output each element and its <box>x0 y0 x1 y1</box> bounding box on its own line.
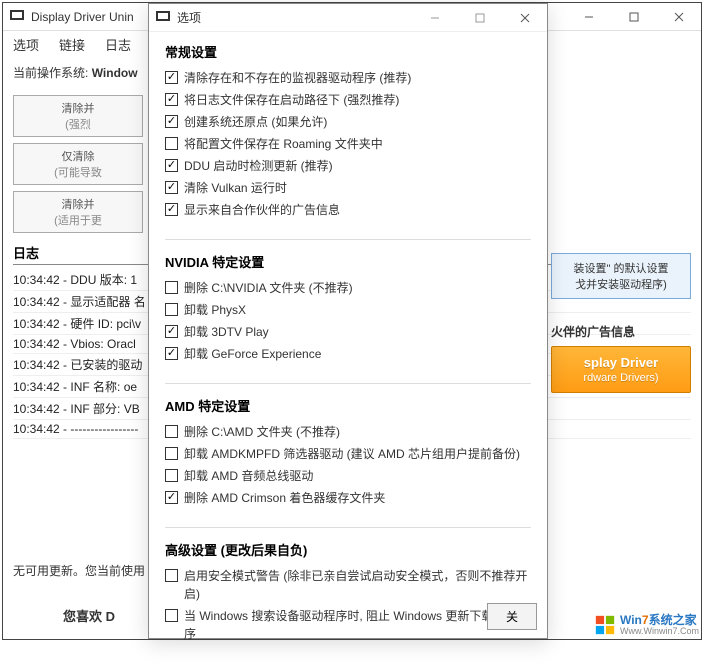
checkbox[interactable] <box>165 609 178 622</box>
option-label: 删除 C:\NVIDIA 文件夹 (不推荐) <box>184 279 353 297</box>
option-row[interactable]: 将配置文件保存在 Roaming 文件夹中 <box>165 133 531 155</box>
action-button-2[interactable]: 清除并(适用于更 <box>13 191 143 233</box>
maximize-button[interactable] <box>611 3 656 31</box>
minimize-button[interactable] <box>566 3 611 31</box>
option-label: 清除存在和不存在的监视器驱动程序 (推荐) <box>184 69 411 87</box>
checkbox[interactable] <box>165 71 178 84</box>
option-label: 将配置文件保存在 Roaming 文件夹中 <box>184 135 383 153</box>
option-label: 删除 C:\AMD 文件夹 (不推荐) <box>184 423 340 441</box>
dialog-maximize-button[interactable] <box>457 4 502 32</box>
checkbox[interactable] <box>165 325 178 338</box>
option-row[interactable]: 清除 Vulkan 运行时 <box>165 177 531 199</box>
section-title: 高级设置 (更改后果自负) <box>165 540 531 559</box>
main-window-title: Display Driver Unin <box>31 10 134 24</box>
dialog-titlebar: 选项 <box>149 4 547 32</box>
windows-logo-icon <box>594 614 616 636</box>
dialog-minimize-button[interactable] <box>412 4 457 32</box>
dialog-close-button[interactable] <box>502 4 547 32</box>
option-label: 卸载 PhysX <box>184 301 246 319</box>
ad-line-2: rdware Drivers) <box>558 372 684 384</box>
option-label: 创建系统还原点 (如果允许) <box>184 113 327 131</box>
partner-ad-button[interactable]: splay Driver rdware Drivers) <box>551 346 691 393</box>
checkbox[interactable] <box>165 281 178 294</box>
option-row[interactable]: 当 Windows 搜索设备驱动程序时, 阻止 Windows 更新下载驱动程序 <box>165 605 531 645</box>
watermark: Win7系统之家 Www.Winwin7.Com <box>594 614 699 637</box>
option-label: 卸载 3DTV Play <box>184 323 269 341</box>
option-row[interactable]: 将日志文件保存在启动路径下 (强烈推荐) <box>165 89 531 111</box>
checkbox[interactable] <box>165 569 178 582</box>
option-label: 卸载 AMDKMPFD 筛选器驱动 (建议 AMD 芯片组用户提前备份) <box>184 445 520 463</box>
options-dialog: 选项 常规设置清除存在和不存在的监视器驱动程序 (推荐) 将日志文件保存在启动路径… <box>148 3 548 639</box>
wm-url: Www.Winwin7.Com <box>620 627 699 637</box>
option-row[interactable]: 显示来自合作伙伴的广告信息 <box>165 199 531 221</box>
option-row[interactable]: 卸载 AMD 音频总线驱动 <box>165 465 531 487</box>
option-row[interactable]: 删除 C:\NVIDIA 文件夹 (不推荐) <box>165 277 531 299</box>
section-title: NVIDIA 特定设置 <box>165 252 531 271</box>
menu-log[interactable]: 日志 <box>105 35 131 54</box>
settings-section: AMD 特定设置删除 C:\AMD 文件夹 (不推荐) 卸载 AMDKMPFD 筛… <box>165 396 531 509</box>
dialog-title: 选项 <box>177 9 201 26</box>
checkbox[interactable] <box>165 159 178 172</box>
action-button-0[interactable]: 清除并(强烈 <box>13 95 143 137</box>
dialog-icon <box>155 8 171 27</box>
right-panel: 装设置" 的默认设置 戈并安装驱动程序) 火伴的广告信息 splay Drive… <box>551 253 691 393</box>
option-row[interactable]: DDU 启动时检测更新 (推荐) <box>165 155 531 177</box>
like-text: 您喜欢 D <box>63 606 115 625</box>
option-label: 删除 AMD Crimson 着色器缓存文件夹 <box>184 489 385 507</box>
option-label: 清除 Vulkan 运行时 <box>184 179 287 197</box>
checkbox[interactable] <box>165 447 178 460</box>
settings-section: 高级设置 (更改后果自负) 启用安全模式警告 (除非已亲自尝试启动安全模式，否则不… <box>165 540 531 645</box>
option-label: 当 Windows 搜索设备驱动程序时, 阻止 Windows 更新下载驱动程序 <box>184 607 531 643</box>
option-row[interactable]: 卸载 GeForce Experience <box>165 343 531 365</box>
option-label: 将日志文件保存在启动路径下 (强烈推荐) <box>184 91 399 109</box>
option-label: 卸载 GeForce Experience <box>184 345 321 363</box>
wm-text-1: Win <box>620 613 642 627</box>
hint-box: 装设置" 的默认设置 戈并安装驱动程序) <box>551 253 691 299</box>
dialog-ok-button[interactable]: 关 <box>487 603 537 630</box>
settings-section: NVIDIA 特定设置删除 C:\NVIDIA 文件夹 (不推荐) 卸载 Phys… <box>165 252 531 365</box>
hint-line-2: 戈并安装驱动程序) <box>560 276 682 292</box>
update-status: 无可用更新。您当前使用 <box>13 562 145 579</box>
ad-line-1: splay Driver <box>584 355 658 370</box>
option-row[interactable]: 清除存在和不存在的监视器驱动程序 (推荐) <box>165 67 531 89</box>
checkbox[interactable] <box>165 469 178 482</box>
settings-section: 常规设置清除存在和不存在的监视器驱动程序 (推荐) 将日志文件保存在启动路径下 (… <box>165 42 531 221</box>
option-row[interactable]: 卸载 PhysX <box>165 299 531 321</box>
checkbox[interactable] <box>165 303 178 316</box>
section-title: 常规设置 <box>165 42 531 61</box>
menu-links[interactable]: 链接 <box>59 35 85 54</box>
checkbox[interactable] <box>165 115 178 128</box>
option-row[interactable]: 删除 AMD Crimson 着色器缓存文件夹 <box>165 487 531 509</box>
option-row[interactable]: 卸载 3DTV Play <box>165 321 531 343</box>
wm-text-2: 7 <box>642 613 649 627</box>
checkbox[interactable] <box>165 181 178 194</box>
app-icon <box>9 7 25 26</box>
checkbox[interactable] <box>165 347 178 360</box>
checkbox[interactable] <box>165 491 178 504</box>
close-button[interactable] <box>656 3 701 31</box>
checkbox[interactable] <box>165 203 178 216</box>
option-label: 显示来自合作伙伴的广告信息 <box>184 201 340 219</box>
hint-line-1: 装设置" 的默认设置 <box>560 260 682 276</box>
checkbox[interactable] <box>165 137 178 150</box>
option-row[interactable]: 卸载 AMDKMPFD 筛选器驱动 (建议 AMD 芯片组用户提前备份) <box>165 443 531 465</box>
section-title: AMD 特定设置 <box>165 396 531 415</box>
os-label: 当前操作系统: <box>13 66 88 80</box>
checkbox[interactable] <box>165 93 178 106</box>
checkbox[interactable] <box>165 425 178 438</box>
option-label: 卸载 AMD 音频总线驱动 <box>184 467 313 485</box>
option-row[interactable]: 删除 C:\AMD 文件夹 (不推荐) <box>165 421 531 443</box>
os-value: Window <box>92 66 138 80</box>
option-row[interactable]: 启用安全模式警告 (除非已亲自尝试启动安全模式，否则不推荐开启) <box>165 565 531 605</box>
action-button-1[interactable]: 仅清除(可能导致 <box>13 143 143 185</box>
option-row[interactable]: 创建系统还原点 (如果允许) <box>165 111 531 133</box>
ad-header: 火伴的广告信息 <box>551 323 691 340</box>
menu-options[interactable]: 选项 <box>13 35 39 54</box>
option-label: DDU 启动时检测更新 (推荐) <box>184 157 333 175</box>
wm-text-3: 系统之家 <box>649 613 697 627</box>
option-label: 启用安全模式警告 (除非已亲自尝试启动安全模式，否则不推荐开启) <box>184 567 531 603</box>
